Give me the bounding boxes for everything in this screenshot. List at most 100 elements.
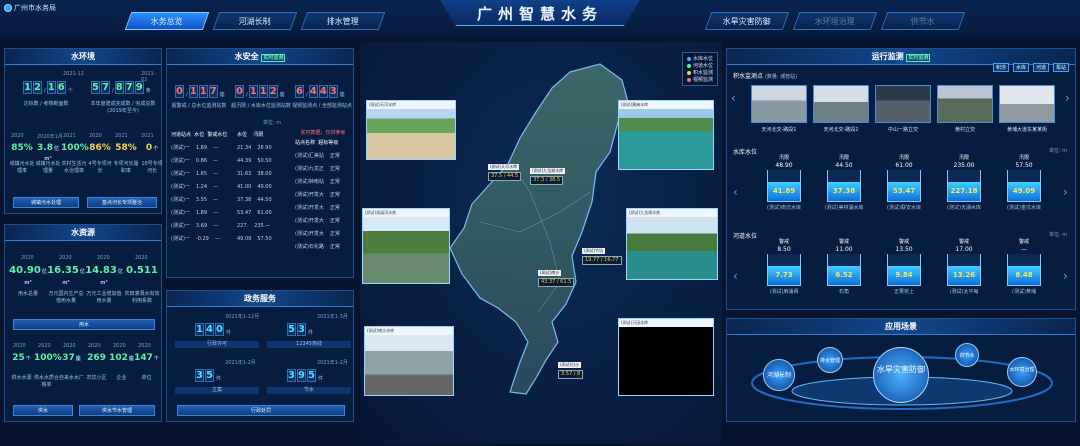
chevron-left-icon[interactable]: ‹	[733, 269, 738, 283]
gauge-name: 石角	[838, 289, 849, 295]
gauge-box[interactable]: 37.38	[827, 170, 861, 202]
page-title: 广州智慧水务	[476, 5, 603, 23]
table-row[interactable]: (测试)一 0.86 —	[171, 155, 231, 168]
tab-river-chief[interactable]: 河湖长制	[212, 12, 298, 30]
chevron-right-icon[interactable]: ›	[1065, 91, 1070, 105]
table-row[interactable]: (测试)一 1.89 —	[171, 207, 231, 220]
gauge-box[interactable]: 6.52	[827, 254, 861, 286]
chevron-left-icon[interactable]: ‹	[733, 185, 738, 199]
map-station-label[interactable]: (测试)竹坑	[582, 248, 606, 254]
tab-water-environment[interactable]: 水环境治理	[792, 12, 878, 30]
urban-sewage-button[interactable]: 城镇污水处理	[13, 197, 79, 208]
scene-drainage[interactable]: 排水管理	[817, 347, 843, 373]
table-row[interactable]: (测试)一 1.65 —	[171, 168, 231, 181]
unit-note: 单位: m	[1049, 148, 1068, 154]
table-row[interactable]: 31.63 38.00	[237, 168, 291, 181]
gauge-box[interactable]: 227.18	[947, 170, 981, 202]
gauge-box[interactable]: 49.09	[1007, 170, 1041, 202]
table-row[interactable]: (测试)石化路 正常	[295, 241, 353, 254]
year-label: 2020	[13, 343, 26, 349]
table-row[interactable]: (测试)一 1.89 —	[171, 142, 231, 155]
chevron-right-icon[interactable]: ›	[1063, 269, 1068, 283]
ponding-thumbnail[interactable]	[813, 85, 869, 123]
rate-value: 58%	[113, 143, 139, 153]
photo-tianhe-reservoir[interactable]: (测试)天河水库	[366, 100, 456, 160]
table-row[interactable]: (测试)开发大 正常	[295, 202, 353, 215]
year-label: 2020	[59, 255, 72, 261]
gauge-box[interactable]: 53.47	[887, 170, 921, 202]
tab-flood-defense[interactable]: 水旱灾害防御	[704, 12, 790, 30]
scene-river-chief[interactable]: 河湖长制	[763, 359, 795, 391]
table-row[interactable]: (测试)一 3.55 —	[171, 194, 231, 207]
table-row[interactable]: (测试)开发大 正常	[295, 228, 353, 241]
table-row[interactable]: (测试)开发大 正常	[295, 215, 353, 228]
gauge-box[interactable]: 41.89	[767, 170, 801, 202]
map-station-label[interactable]: (测试)九龙湖水库	[530, 168, 566, 174]
river-chief-button[interactable]: 基点河长专项整治	[87, 197, 157, 208]
map-station-label[interactable]: (测试)南沙	[538, 270, 562, 276]
gauge-fill: 53.47	[888, 182, 920, 201]
table-row[interactable]: 53.47 61.00	[237, 207, 291, 220]
map-station-label[interactable]: (测试)天河水库	[488, 164, 520, 170]
chevron-right-icon[interactable]: ›	[1063, 185, 1068, 199]
table-row[interactable]: (测试)一 3.69 —	[171, 220, 231, 233]
resource-label: 万元工业增加值用水量	[86, 291, 122, 304]
table-row[interactable]: 44.39 50.50	[237, 155, 291, 168]
table-header: 站点名称 超标等级	[295, 140, 339, 146]
table-row[interactable]: 37.38 44.50	[237, 194, 291, 207]
map-view[interactable]: 水库水位 河道水位 积水监测 视频监测 (测试)天河水库 (测试)黄麻水库 (测…	[360, 42, 722, 444]
photo-wantian-reservoir[interactable]: (测试)万田水库	[618, 318, 714, 396]
gauge-box[interactable]: 13.26	[947, 254, 981, 286]
type-tag-river[interactable]: 河道	[1033, 63, 1049, 72]
gauge-box[interactable]: 9.84	[887, 254, 921, 286]
table-row[interactable]: (测试)汇美站 正常	[295, 150, 353, 163]
map-station-label[interactable]: (测试)白沙	[558, 362, 582, 368]
gauge-name: 正果桥上	[893, 289, 914, 295]
type-tag-ponding[interactable]: 积涝	[993, 63, 1009, 72]
gov-unit: 件	[216, 376, 222, 382]
table-row[interactable]: 49.09 57.50	[237, 233, 291, 246]
gauge-fill: 13.26	[948, 266, 980, 285]
gauge-box[interactable]: 7.73	[767, 254, 801, 286]
chevron-left-icon[interactable]: ‹	[731, 91, 736, 105]
table-cell: 227.	[237, 223, 249, 229]
ponding-thumbnail[interactable]	[875, 85, 931, 123]
map-station-value: 3.57 / 8	[558, 370, 584, 379]
photo-jiulonghu-reservoir[interactable]: (测试)九龙湖水库	[626, 208, 718, 280]
map-station-value: 37.5 / 44.5	[488, 172, 522, 181]
table-row[interactable]: (测试)开发大 正常	[295, 189, 353, 202]
table-row[interactable]: 227. 235.—	[237, 220, 291, 233]
year-label: 2021	[63, 133, 76, 139]
table-row[interactable]: (测试)一 -0.29 —	[171, 233, 231, 246]
photo-liuxihe-reservoir[interactable]: (测试)流溪河水库	[362, 208, 450, 284]
type-tag-pump[interactable]: 泵站	[1053, 63, 1069, 72]
gauge-box[interactable]: 8.48	[1007, 254, 1041, 286]
admin-penalty-button[interactable]: 行政处罚	[177, 405, 345, 416]
water-use-button[interactable]: 用水	[13, 319, 155, 330]
table-row[interactable]: 41.00 49.00	[237, 181, 291, 194]
photo-huangma-reservoir[interactable]: (测试)黄麻水库	[618, 100, 714, 170]
scene-water-environment[interactable]: 水环境治理	[1007, 357, 1037, 387]
supply-label: 供水水质合格率	[34, 375, 60, 388]
tab-water-overview[interactable]: 水务总览	[124, 12, 210, 30]
water-saving-button[interactable]: 供水节水管理	[79, 405, 155, 416]
table-row[interactable]: (测试)九龙正 正常	[295, 163, 353, 176]
table-cell: 61.00	[257, 210, 272, 216]
table-row[interactable]: (测试)钟南站 正常	[295, 176, 353, 189]
type-tag-reservoir[interactable]: 水库	[1013, 63, 1029, 72]
scene-flood-defense[interactable]: 水旱灾害防御	[873, 347, 929, 403]
ponding-thumbnail[interactable]	[999, 85, 1055, 123]
tab-water-supply[interactable]: 供节水	[880, 12, 966, 30]
scene-water-supply[interactable]: 供节水	[955, 343, 979, 367]
ponding-thumbnail[interactable]	[937, 85, 993, 123]
table-row[interactable]: 21.34 26.90	[237, 142, 291, 155]
gov-label: 节水	[267, 387, 351, 394]
table-row[interactable]: (测试)一 1.24 —	[171, 181, 231, 194]
rate-value: 0个	[139, 143, 165, 153]
tab-drainage[interactable]: 排水管理	[300, 12, 386, 30]
water-supply-button[interactable]: 供水	[13, 405, 73, 416]
gauge-fill: 6.52	[828, 266, 860, 285]
thumbnail-label: 黄村立交	[954, 127, 975, 133]
photo-nansha-reservoir[interactable]: (测试)南沙水库	[364, 326, 454, 396]
ponding-thumbnail[interactable]	[751, 85, 807, 123]
